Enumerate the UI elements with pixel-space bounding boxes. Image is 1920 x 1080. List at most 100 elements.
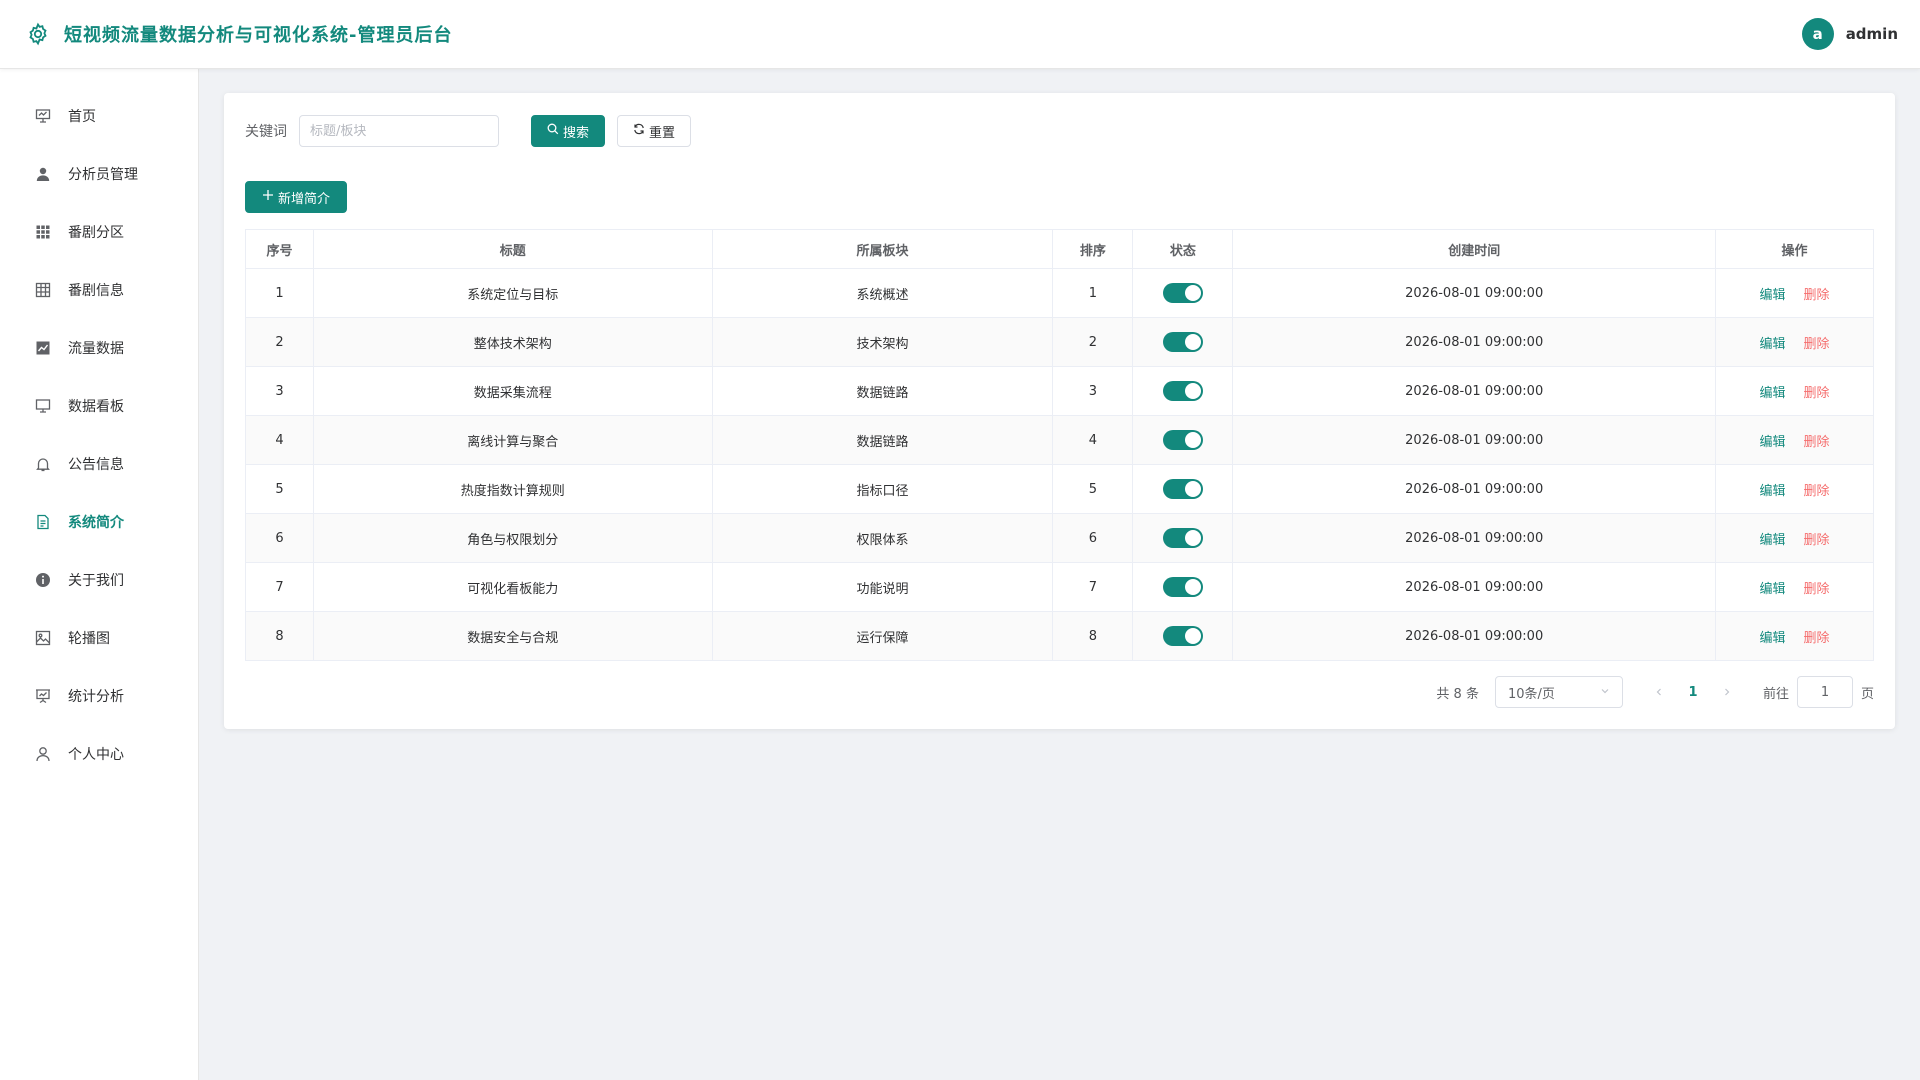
status-toggle[interactable]	[1162, 332, 1203, 352]
page-number-current[interactable]: 1	[1679, 678, 1707, 706]
sidebar-item-profile[interactable]: 个人中心	[0, 725, 198, 783]
sidebar-item-traffic-data[interactable]: 流量数据	[0, 319, 198, 377]
page-size-value: 10条/页	[1507, 686, 1555, 702]
edit-button[interactable]: 编辑	[1760, 435, 1786, 450]
goto-page-input[interactable]	[1796, 676, 1853, 708]
cell-order: 7	[1052, 562, 1134, 612]
cell-status	[1132, 562, 1234, 612]
keyword-input[interactable]	[299, 115, 499, 147]
data-board-icon	[34, 687, 52, 705]
cell-created: 2026-08-01 09:00:00	[1232, 366, 1717, 416]
search-button-label: 搜索	[562, 125, 589, 141]
cell-order: 4	[1052, 415, 1134, 465]
column-header: 操作	[1715, 229, 1874, 269]
cell-actions: 编辑 删除	[1715, 317, 1874, 367]
delete-button[interactable]: 删除	[1804, 631, 1830, 646]
username[interactable]: admin	[1846, 25, 1898, 43]
presentation-icon	[34, 107, 52, 125]
cell-section: 权限体系	[712, 513, 1054, 563]
edit-button[interactable]: 编辑	[1760, 631, 1786, 646]
sidebar-item-label: 个人中心	[68, 747, 124, 763]
cell-index: 8	[245, 611, 314, 661]
sidebar-item-label: 流量数据	[68, 341, 124, 357]
info-icon	[34, 571, 52, 589]
reset-button-label: 重置	[648, 125, 675, 141]
action-bar: 新增简介	[245, 181, 1874, 213]
user-icon	[34, 165, 52, 183]
reset-button[interactable]: 重置	[617, 115, 691, 147]
gear-icon	[24, 20, 52, 48]
cell-index: 3	[245, 366, 314, 416]
sidebar-item-carousel[interactable]: 轮播图	[0, 609, 198, 667]
sidebar-item-statistics[interactable]: 统计分析	[0, 667, 198, 725]
cell-status	[1132, 317, 1234, 367]
edit-button[interactable]: 编辑	[1760, 337, 1786, 352]
cell-status	[1132, 415, 1234, 465]
column-header: 状态	[1132, 229, 1234, 269]
sidebar-item-dashboard[interactable]: 数据看板	[0, 377, 198, 435]
user-menu[interactable]: a admin	[1801, 18, 1898, 50]
delete-button[interactable]: 删除	[1804, 435, 1830, 450]
sidebar-item-anime-category[interactable]: 番剧分区	[0, 203, 198, 261]
sidebar-item-home[interactable]: 首页	[0, 87, 198, 145]
edit-button[interactable]: 编辑	[1760, 533, 1786, 548]
avatar[interactable]: a	[1801, 18, 1834, 50]
delete-button[interactable]: 删除	[1804, 484, 1830, 499]
delete-button[interactable]: 删除	[1804, 533, 1830, 548]
add-intro-button[interactable]: 新增简介	[245, 181, 347, 213]
cell-title: 系统定位与目标	[313, 268, 713, 318]
column-header: 序号	[245, 229, 314, 269]
chevron-left-icon	[1656, 688, 1661, 696]
cell-title: 角色与权限划分	[313, 513, 713, 563]
status-toggle[interactable]	[1162, 283, 1203, 303]
search-button[interactable]: 搜索	[531, 115, 605, 147]
next-page-button[interactable]	[1713, 678, 1741, 706]
table-row: 6 角色与权限划分 权限体系 6 2026-08-01 09:00:00 编辑 删…	[245, 513, 1874, 563]
cell-title: 热度指数计算规则	[313, 464, 713, 514]
document-icon	[34, 513, 52, 531]
brand: 短视频流量数据分析与可视化系统-管理员后台	[24, 20, 452, 48]
page-size-select[interactable]: 10条/页	[1494, 676, 1623, 708]
cell-created: 2026-08-01 09:00:00	[1232, 513, 1717, 563]
delete-button[interactable]: 删除	[1804, 386, 1830, 401]
status-toggle[interactable]	[1162, 626, 1203, 646]
cell-created: 2026-08-01 09:00:00	[1232, 415, 1717, 465]
trend-chart-icon	[34, 339, 52, 357]
status-toggle[interactable]	[1162, 381, 1203, 401]
column-header: 排序	[1052, 229, 1134, 269]
sidebar-item-label: 轮播图	[68, 631, 110, 647]
cell-index: 5	[245, 464, 314, 514]
cell-order: 8	[1052, 611, 1134, 661]
delete-button[interactable]: 删除	[1804, 288, 1830, 303]
cell-title: 离线计算与聚合	[313, 415, 713, 465]
sidebar-item-label: 公告信息	[68, 457, 124, 473]
edit-button[interactable]: 编辑	[1760, 582, 1786, 597]
sidebar-item-label: 首页	[68, 109, 96, 125]
status-toggle[interactable]	[1162, 577, 1203, 597]
sidebar-item-anime-info[interactable]: 番剧信息	[0, 261, 198, 319]
edit-button[interactable]: 编辑	[1760, 484, 1786, 499]
sidebar-item-system-intro[interactable]: 系统简介	[0, 493, 198, 551]
sidebar-item-about-us[interactable]: 关于我们	[0, 551, 198, 609]
status-toggle[interactable]	[1162, 430, 1203, 450]
search-bar: 关键词 搜索 重置	[245, 115, 1874, 147]
picture-icon	[34, 629, 52, 647]
table-icon	[34, 281, 52, 299]
status-toggle[interactable]	[1162, 528, 1203, 548]
sidebar-item-analyst-management[interactable]: 分析员管理	[0, 145, 198, 203]
search-icon	[547, 123, 559, 139]
prev-page-button[interactable]	[1645, 678, 1673, 706]
edit-button[interactable]: 编辑	[1760, 288, 1786, 303]
table-row: 1 系统定位与目标 系统概述 1 2026-08-01 09:00:00 编辑 删…	[245, 268, 1874, 318]
delete-button[interactable]: 删除	[1804, 337, 1830, 352]
sidebar-item-announcements[interactable]: 公告信息	[0, 435, 198, 493]
edit-button[interactable]: 编辑	[1760, 386, 1786, 401]
status-toggle[interactable]	[1162, 479, 1203, 499]
delete-button[interactable]: 删除	[1804, 582, 1830, 597]
cell-index: 2	[245, 317, 314, 367]
content-card: 关键词 搜索 重置 新增简介 序号 标	[224, 93, 1895, 729]
pagination-total: 共 8 条	[1436, 686, 1479, 702]
cell-actions: 编辑 删除	[1715, 464, 1874, 514]
cell-actions: 编辑 删除	[1715, 366, 1874, 416]
table-row: 8 数据安全与合规 运行保障 8 2026-08-01 09:00:00 编辑 删…	[245, 611, 1874, 661]
